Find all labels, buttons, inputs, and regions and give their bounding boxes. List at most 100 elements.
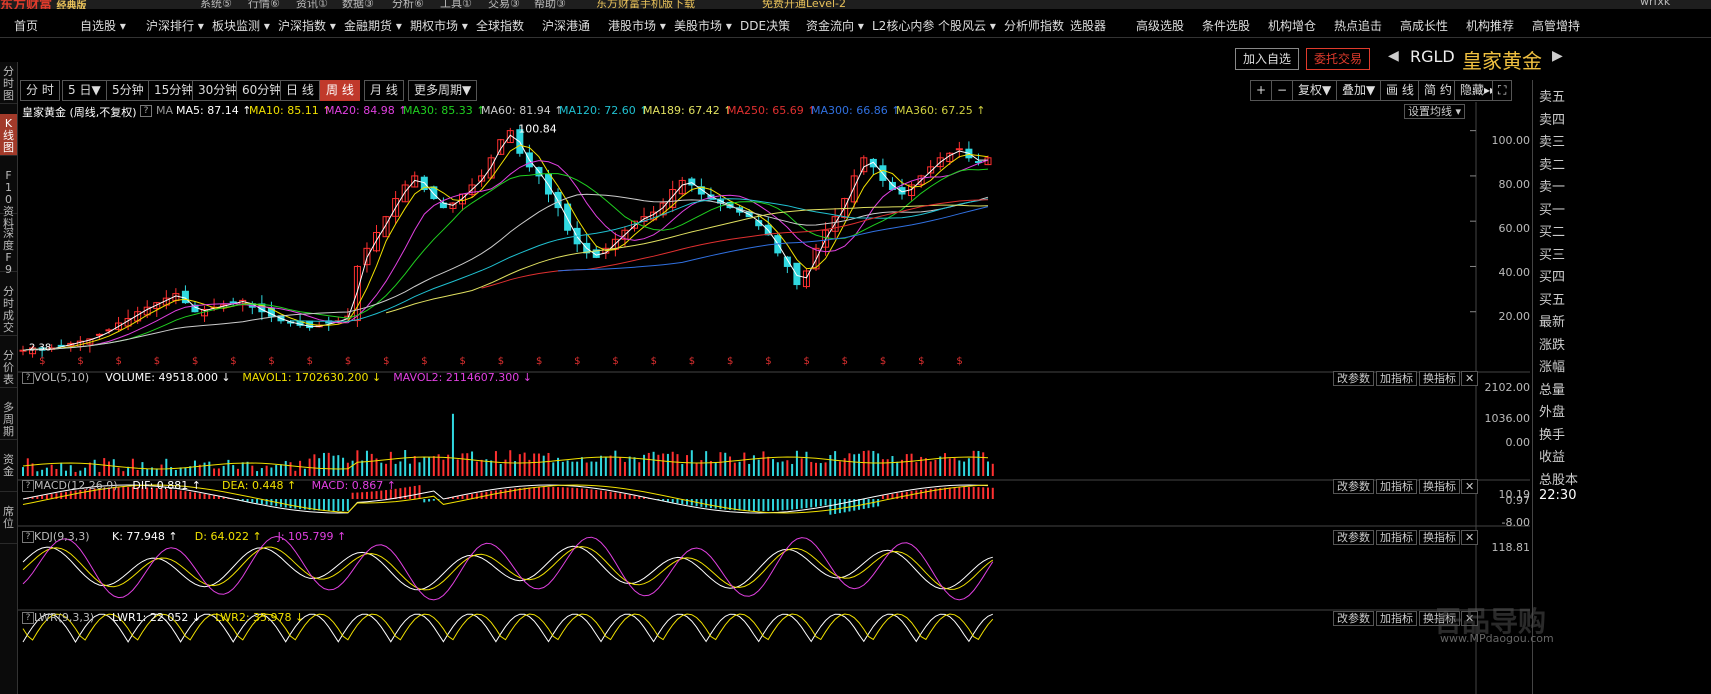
left-strip-tab[interactable]: 分时成交 — [0, 282, 17, 336]
quote-field-label: 涨跌 — [1539, 337, 1566, 353]
menubar-item[interactable]: 机构推荐 — [1466, 17, 1514, 34]
volume-bar — [934, 459, 937, 476]
menubar-item[interactable]: 港股市场 ▾ — [608, 17, 666, 34]
kdj-line — [22, 546, 994, 591]
system-menu-item[interactable]: 工具① — [440, 0, 472, 9]
panel-button[interactable]: 改参数 — [1333, 371, 1374, 386]
system-menu-item[interactable]: 系统⑤ — [200, 0, 232, 9]
indicator-value: J: 105.799 ↑ — [277, 530, 347, 543]
chart-tool-button[interactable]: − — [1271, 80, 1294, 101]
menubar-item[interactable]: 全球指数 — [476, 17, 524, 34]
volume-bar — [939, 456, 942, 476]
menubar-item[interactable]: 高级选股 — [1136, 17, 1184, 34]
volume-bar — [977, 450, 980, 476]
trade-button[interactable]: 委托交易 — [1306, 48, 1371, 70]
left-strip-tab[interactable]: 深度F9 — [0, 224, 17, 276]
period-tab[interactable]: 月 线 — [364, 80, 404, 101]
help-icon[interactable]: ? — [140, 104, 155, 117]
dividend-marker: $ — [918, 356, 924, 367]
add-watchlist-button[interactable]: 加入自选 — [1235, 48, 1300, 70]
menubar-item[interactable]: 期权市场 ▾ — [410, 17, 468, 34]
panel-button[interactable]: 换指标 — [1419, 371, 1460, 386]
prev-stock-icon[interactable]: ◀ — [1388, 48, 1399, 64]
system-menu-item[interactable]: 帮助③ — [534, 0, 566, 9]
chart-tool-button[interactable]: 画 线 — [1380, 80, 1420, 101]
left-strip-tab[interactable]: K线图 — [0, 114, 17, 156]
menubar-item[interactable]: 沪深港通 — [542, 17, 590, 34]
menubar-item[interactable]: 首页 — [14, 17, 38, 34]
period-tab[interactable]: 更多周期▼ — [408, 80, 478, 101]
menubar-item[interactable]: 自选股 ▾ — [80, 17, 126, 34]
period-tab[interactable]: 日 线 — [280, 80, 320, 101]
chart-tool-button[interactable]: + — [1250, 80, 1273, 101]
volume-bar — [389, 451, 392, 476]
chart-tool-button[interactable]: 复权▼ — [1292, 80, 1338, 101]
menubar-item[interactable]: 美股市场 ▾ — [674, 17, 732, 34]
panel-button[interactable]: 加指标 — [1376, 530, 1417, 545]
volume-bar — [74, 471, 77, 476]
menubar-item[interactable]: 机构增仓 — [1268, 17, 1316, 34]
period-tab[interactable]: 5 日▼ — [62, 80, 107, 101]
left-strip-tab[interactable]: 分时图 — [0, 62, 17, 104]
menubar-item[interactable]: DDE决策 — [740, 17, 790, 34]
menubar-item[interactable]: 个股风云 ▾ — [938, 17, 996, 34]
ma-line — [557, 206, 989, 272]
menubar-item[interactable]: 沪深指数 ▾ — [278, 17, 336, 34]
panel-button[interactable]: 加指标 — [1376, 611, 1417, 626]
left-strip-tab[interactable]: 分价表 — [0, 346, 17, 388]
volume-bar — [537, 453, 540, 476]
system-menu-item[interactable]: 资讯① — [296, 0, 328, 9]
panel-button[interactable]: 改参数 — [1333, 530, 1374, 545]
stock-code: RGLD — [1410, 47, 1455, 66]
ma-settings-button[interactable]: 设置均线 ▾ — [1404, 104, 1466, 119]
panel-button[interactable]: 改参数 — [1333, 611, 1374, 626]
price-axis-label: 20.00 — [1498, 310, 1531, 323]
macd-bar — [404, 487, 407, 499]
panel-button[interactable]: 加指标 — [1376, 371, 1417, 386]
chart-tool-button[interactable]: 叠加▼ — [1336, 80, 1382, 101]
system-menu-item[interactable]: 东方财富手机版下载 — [596, 0, 695, 9]
volume-bar — [772, 459, 775, 476]
macd-bar — [60, 492, 63, 499]
system-menu-item[interactable]: 数据③ — [342, 0, 374, 9]
menubar-item[interactable]: 高成长性 — [1400, 17, 1448, 34]
volume-bar — [848, 453, 851, 476]
menubar-item[interactable]: 金融期货 ▾ — [344, 17, 402, 34]
menubar-item[interactable]: 分析师指数 — [1004, 17, 1064, 34]
panel-button[interactable]: 换指标 — [1419, 479, 1460, 494]
dividend-marker: $ — [154, 356, 160, 367]
k-line-chart[interactable]: $ $ $ $ $ $ $ $ $ $ $ $ $ $ $ $ $ $ $ $ $ $ $ $ $100.84 2.38 — [18, 102, 1530, 694]
menubar-item[interactable]: 高管增持 — [1532, 17, 1580, 34]
macd-bar — [585, 488, 588, 499]
system-menu-item[interactable]: 交易③ — [488, 0, 520, 9]
menubar-item[interactable]: 热点追击 — [1334, 17, 1382, 34]
system-menu-item[interactable]: 行情⑥ — [248, 0, 280, 9]
menubar-item[interactable]: 板块监测 ▾ — [212, 17, 270, 34]
panel-button[interactable]: 换指标 — [1419, 530, 1460, 545]
period-tab[interactable]: 分 时 — [20, 80, 60, 101]
system-menu-item[interactable]: 分析⑥ — [392, 0, 424, 9]
left-strip-tab[interactable]: 多周期 — [0, 398, 17, 440]
panel-button[interactable]: 改参数 — [1333, 479, 1374, 494]
volume-bar — [480, 459, 483, 476]
indicator-name: KDJ(9,3,3) — [34, 530, 90, 543]
period-tab[interactable]: 周 线 — [320, 80, 360, 101]
chart-tool-button[interactable]: ⛶ — [1492, 80, 1513, 101]
chart-tool-button[interactable]: 简 约 — [1418, 80, 1458, 101]
menubar-item[interactable]: L2核心内参 — [872, 17, 934, 34]
left-strip-tab[interactable]: F10资料 — [0, 166, 17, 230]
volume-bar — [490, 460, 493, 476]
panel-button[interactable]: 加指标 — [1376, 479, 1417, 494]
menubar-item[interactable]: 资金流向 ▾ — [806, 17, 864, 34]
left-strip-tab[interactable]: 资金 — [0, 450, 17, 492]
period-tab[interactable]: 5分钟 — [106, 80, 150, 101]
menubar-item[interactable]: 条件选股 — [1202, 17, 1250, 34]
system-menu-item[interactable]: 免费开通Level-2 — [762, 0, 846, 9]
menubar-item[interactable]: 选股器 — [1070, 17, 1106, 34]
volume-bar — [203, 462, 206, 476]
macd-bar — [346, 499, 349, 511]
menubar-item[interactable]: 沪深排行 ▾ — [146, 17, 204, 34]
next-stock-icon[interactable]: ▶ — [1552, 48, 1563, 64]
volume-bar — [399, 461, 402, 476]
left-strip-tab[interactable]: 席位 — [0, 502, 17, 544]
